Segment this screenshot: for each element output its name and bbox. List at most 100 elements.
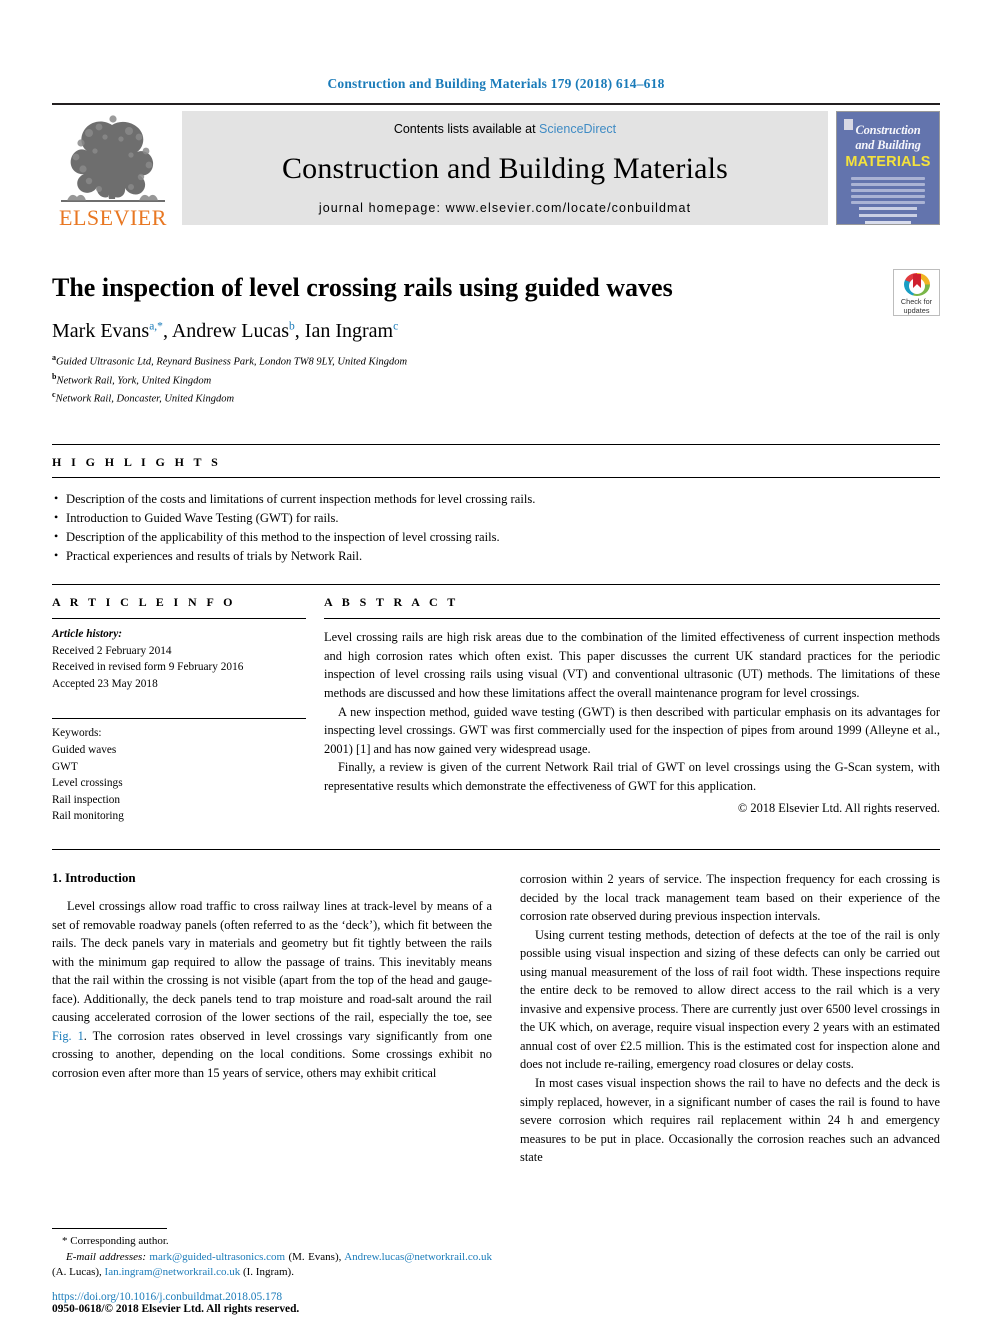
email-link[interactable]: Ian.ingram@networkrail.co.uk [105,1266,241,1278]
highlights-rule [52,476,940,478]
article-info-heading: A R T I C L E I N F O [52,595,236,610]
affiliation-text: Guided Ultrasonic Ltd, Reynard Business … [56,356,408,368]
paragraph-part: Level crossings allow road traffic to cr… [52,899,492,1025]
keywords-block: Keywords: Guided waves GWT Level crossin… [52,718,306,825]
running-head: Construction and Building Materials 179 … [327,76,665,91]
paragraph-part: . The corrosion rates observed in level … [52,1028,493,1080]
contents-prefix: Contents lists available at [393,122,540,136]
cover-elsevier-mark [844,119,853,130]
elsevier-tree-icon [59,111,167,207]
author-name[interactable]: Mark Evans [52,320,149,342]
abstract-paragraph: A new inspection method, guided wave tes… [324,704,940,756]
abstract-body: Level crossing rails are high risk areas… [324,628,940,817]
figure-link[interactable]: Fig. 1 [52,1029,84,1043]
abstract-paragraph: Finally, a review is given of the curren… [324,760,940,793]
email-link[interactable]: mark@guided-ultrasonics.com [149,1251,285,1263]
abstract-rule [324,618,940,620]
list-item: Introduction to Guided Wave Testing (GWT… [54,508,940,528]
author-name[interactable]: Andrew Lucas [172,320,289,342]
elsevier-logo: ELSEVIER [52,105,174,231]
page-title: The inspection of level crossing rails u… [52,273,673,302]
article-info-rule [52,618,306,620]
abstract-column: A B S T R A C T Level crossing rails are… [322,595,940,825]
journal-title: Construction and Building Materials [281,151,729,185]
affiliation-text: Network Rail, York, United Kingdom [56,375,212,387]
body-text-right: corrosion within 2 years of service. The… [520,870,940,1167]
paragraph: Level crossings allow road traffic to cr… [52,897,492,1082]
keywords-rule [52,718,306,720]
email-label: E-mail addresses: [66,1250,146,1263]
affiliation-list: aGuided Ultrasonic Ltd, Reynard Business… [52,352,940,407]
article-page: Construction and Building Materials 179 … [0,0,992,1323]
history-item: Accepted 23 May 2018 [52,677,158,690]
author-affil-marker: c [393,320,399,333]
cover-line-3: MATERIALS [845,154,931,170]
affiliation-text: Network Rail, Doncaster, United Kingdom [55,393,235,405]
journal-masthead: ELSEVIER Contents lists available at Sci… [52,103,940,231]
abstract-copyright: © 2018 Elsevier Ltd. All rights reserved… [737,800,940,815]
keyword-item: Guided waves [52,744,117,757]
cover-blurb [851,177,925,207]
elsevier-wordmark: ELSEVIER [59,205,167,230]
sciencedirect-link[interactable]: ScienceDirect [539,122,616,136]
author-affil-marker: b [289,320,295,333]
email-owner: (I. Ingram) [242,1266,292,1279]
keyword-item: Rail inspection [52,793,121,806]
affiliation-item: bNetwork Rail, York, United Kingdom [52,371,940,389]
highlights-list: Description of the costs and limitations… [54,489,940,567]
corresponding-author-footnote: * Corresponding author. E-mail addresses… [52,1228,492,1281]
email-addresses: E-mail addresses: mark@guided-ultrasonic… [52,1250,492,1279]
keyword-item: Rail monitoring [52,810,124,823]
keyword-item: Level crossings [52,777,123,790]
paragraph: corrosion within 2 years of service. The… [520,872,940,924]
highlights-section: H I G H L I G H T S Description of the c… [52,443,940,567]
section-heading-introduction: 1. Introduction [52,870,136,886]
keyword-item: GWT [52,760,78,773]
crossmark-line-2: updates [903,305,930,315]
keywords-label: Keywords: [52,727,102,740]
body-columns: 1. Introduction Level crossings allow ro… [52,870,940,1167]
article-history-label: Article history: [52,628,122,641]
issn-copyright-line: 0950-0618/© 2018 Elsevier Ltd. All right… [52,1303,300,1315]
doi-link[interactable]: https://doi.org/10.1016/j.conbuildmat.20… [52,1291,492,1303]
contents-lists-line: Contents lists available at ScienceDirec… [394,122,616,136]
author-affil-marker: a,* [149,320,163,333]
highlights-top-rule [52,443,940,445]
history-item: Received 2 February 2014 [52,644,172,657]
body-column-left: 1. Introduction Level crossings allow ro… [52,870,492,1167]
body-top-rule [52,849,940,851]
affiliation-item: cNetwork Rail, Doncaster, United Kingdom [52,389,940,407]
footnote-rule [52,1228,167,1230]
author-name[interactable]: Ian Ingram [305,320,393,342]
paragraph: In most cases visual inspection shows th… [520,1076,940,1165]
footer-block: https://doi.org/10.1016/j.conbuildmat.20… [52,1291,492,1315]
info-abstract-row: A R T I C L E I N F O Article history: R… [52,595,940,825]
cover-line-2: and Building [855,138,921,152]
article-title-block: Check for updates The inspection of leve… [52,269,940,408]
body-column-right: corrosion within 2 years of service. The… [520,870,940,1167]
crossmark-label: Check for updates [901,298,932,315]
email-owner: (A. Lucas) [52,1266,100,1279]
list-item: Description of the applicability of this… [54,527,940,547]
crossmark-ring-icon [903,273,930,297]
crossmark-badge[interactable]: Check for updates [893,269,940,316]
email-owner: (M. Evans) [288,1250,339,1263]
body-text-left: Level crossings allow road traffic to cr… [52,897,492,1082]
journal-band: Contents lists available at ScienceDirec… [182,111,828,225]
list-item: Description of the costs and limitations… [54,489,940,509]
abstract-paragraph: Level crossing rails are high risk areas… [324,630,940,700]
email-link[interactable]: Andrew.lucas@networkrail.co.uk [344,1251,492,1263]
history-item: Received in revised form 9 February 2016 [52,661,244,674]
footnote-text: * Corresponding author. E-mail addresses… [52,1234,492,1281]
highlights-heading: H I G H L I G H T S [52,454,222,469]
article-history: Article history: Received 2 February 201… [52,626,306,692]
journal-homepage-link[interactable]: journal homepage: www.elsevier.com/locat… [319,201,691,215]
corresponding-author-note: * Corresponding author. [62,1235,169,1248]
list-item: Practical experiences and results of tri… [54,546,940,566]
info-top-rule [52,584,940,586]
abstract-heading: A B S T R A C T [324,595,459,610]
article-info-column: A R T I C L E I N F O Article history: R… [52,595,322,825]
cover-footer [837,207,939,224]
paragraph: Using current testing methods, detection… [520,927,940,1072]
author-list: Mark Evansa,*, Andrew Lucasb, Ian Ingram… [52,320,399,343]
